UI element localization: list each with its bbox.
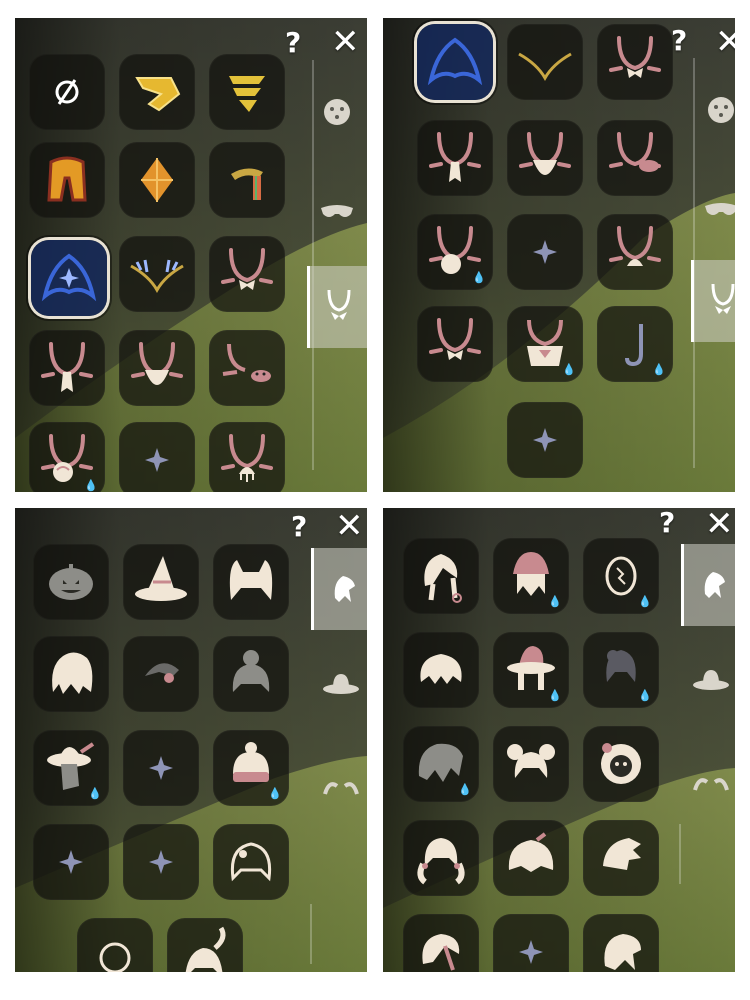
necklace-category-tab[interactable] [307, 266, 367, 348]
bun-hair-icon[interactable]: 💧 [583, 632, 659, 708]
gold-wing-icon[interactable] [209, 54, 285, 130]
hat-category-icon[interactable] [689, 662, 733, 698]
jellyfish-necklace-icon[interactable] [597, 214, 673, 290]
witch-hat-icon[interactable] [123, 544, 199, 620]
panel-hair-2: ? ✕ 💧 💧 💧 💧 💧 [383, 508, 735, 972]
droplet-icon: 💧 [638, 595, 652, 608]
spiky-hair-icon[interactable] [403, 632, 479, 708]
close-button[interactable]: ✕ [705, 508, 734, 544]
bow-necklace-icon[interactable] [417, 306, 493, 382]
hat-category-icon[interactable] [319, 666, 363, 702]
bob-hair-icon[interactable] [213, 824, 289, 900]
sidebar-scrollbar[interactable] [312, 60, 314, 470]
expression-icon[interactable] [699, 92, 735, 128]
messy-hair-icon[interactable]: 💧 [403, 726, 479, 802]
droplet-icon: 💧 [84, 479, 98, 492]
shawl-necklace-icon[interactable]: 💧 [507, 306, 583, 382]
bow-necklace-icon[interactable] [597, 24, 673, 100]
droplet-icon: 💧 [268, 787, 282, 800]
necklace-category-tab[interactable] [691, 260, 735, 342]
beard-necklace-icon[interactable] [119, 330, 195, 406]
rose-necklace-icon[interactable]: 💧 [417, 214, 493, 290]
braided-updo-hair-icon[interactable] [213, 636, 289, 712]
droplet-icon: 💧 [458, 783, 472, 796]
droplet-icon: 💧 [638, 689, 652, 702]
wavy-hair-icon[interactable] [33, 636, 109, 712]
droplet-icon: 💧 [472, 271, 486, 284]
mask-category-icon[interactable] [699, 192, 735, 228]
jellyfish-necklace-icon[interactable] [209, 422, 285, 492]
hair-category-icon [704, 572, 725, 598]
droplet-icon: 💧 [562, 363, 576, 376]
droplet-icon: 💧 [548, 689, 562, 702]
hair-category-icon [334, 576, 355, 602]
locked-sparkle-icon[interactable] [123, 824, 199, 900]
lion-mane-icon[interactable] [583, 726, 659, 802]
blue-flame-cape-icon[interactable] [417, 24, 493, 100]
flower-hat-icon[interactable]: 💧 [493, 632, 569, 708]
hair-category-tab[interactable] [311, 548, 367, 630]
hook-necklace-icon[interactable]: 💧 [597, 306, 673, 382]
locked-sparkle-icon[interactable] [33, 824, 109, 900]
mask-category-icon[interactable] [315, 194, 359, 230]
halo-icon[interactable] [77, 918, 153, 972]
pigtails-hair-icon[interactable] [403, 820, 479, 896]
crab-necklace-icon[interactable] [209, 330, 285, 406]
gold-manta-cape-icon[interactable] [119, 54, 195, 130]
sidebar-scrollbar[interactable] [679, 824, 681, 884]
space-buns-hair-icon[interactable] [493, 726, 569, 802]
side-braid-hair-icon[interactable] [403, 914, 479, 972]
horn-category-icon[interactable] [689, 760, 733, 796]
rainbow-horn-icon[interactable] [209, 142, 285, 218]
panel-hair-1: ? ✕ 💧 💧 [15, 508, 367, 972]
bandana-hair-icon[interactable]: 💧 [493, 538, 569, 614]
panel-necklace-2: ? ✕ 💧 💧 💧 [383, 18, 735, 492]
antler-necklace-icon[interactable] [119, 236, 195, 312]
none-icon[interactable] [29, 54, 105, 130]
close-button[interactable]: ✕ [331, 22, 360, 62]
locked-sparkle-icon[interactable] [493, 914, 569, 972]
droplet-icon: 💧 [652, 363, 666, 376]
knit-beanie-icon[interactable]: 💧 [213, 730, 289, 806]
locked-sparkle-icon[interactable] [507, 402, 583, 478]
crab-necklace-icon[interactable] [597, 120, 673, 196]
expression-icon[interactable] [315, 94, 359, 130]
close-button[interactable]: ✕ [335, 508, 364, 546]
panel-necklace-1: ? ✕ 💧 [15, 18, 367, 492]
flip-hair-icon[interactable] [583, 914, 659, 972]
locked-sparkle-icon[interactable] [119, 422, 195, 492]
amber-crystal-icon[interactable] [119, 142, 195, 218]
bow-necklace-icon[interactable] [209, 236, 285, 312]
rose-necklace-icon[interactable]: 💧 [29, 422, 105, 492]
long-braid-hair-icon[interactable] [403, 538, 479, 614]
help-button[interactable]: ? [285, 26, 301, 59]
help-button[interactable]: ? [291, 510, 307, 543]
necklace-category-icon [711, 283, 735, 314]
help-button[interactable]: ? [671, 24, 687, 57]
droplet-icon: 💧 [548, 595, 562, 608]
ponytail-hair-icon[interactable] [167, 918, 243, 972]
swept-hair-icon[interactable] [583, 820, 659, 896]
locked-sparkle-icon[interactable] [123, 730, 199, 806]
hair-category-tab[interactable] [681, 544, 735, 626]
locked-sparkle-icon[interactable] [507, 214, 583, 290]
close-button[interactable]: ✕ [715, 22, 735, 62]
cat-ears-hair-icon[interactable] [213, 544, 289, 620]
pumpkin-hat-icon[interactable] [33, 544, 109, 620]
feather-hat-icon[interactable]: 💧 [33, 730, 109, 806]
sidebar-scrollbar[interactable] [310, 904, 312, 964]
help-button[interactable]: ? [659, 508, 675, 539]
antler-necklace-icon[interactable] [507, 24, 583, 100]
necklace-category-icon [327, 289, 351, 320]
scarf-necklace-icon[interactable] [29, 330, 105, 406]
bun-hair-icon[interactable] [123, 636, 199, 712]
mask-icon[interactable]: 💧 [583, 538, 659, 614]
bowl-hair-icon[interactable] [493, 820, 569, 896]
blue-flame-cape-icon[interactable] [31, 240, 107, 316]
orange-cape-icon[interactable] [29, 142, 105, 218]
beard-necklace-icon[interactable] [507, 120, 583, 196]
horn-category-icon[interactable] [319, 764, 363, 800]
droplet-icon: 💧 [88, 787, 102, 800]
scarf-necklace-icon[interactable] [417, 120, 493, 196]
